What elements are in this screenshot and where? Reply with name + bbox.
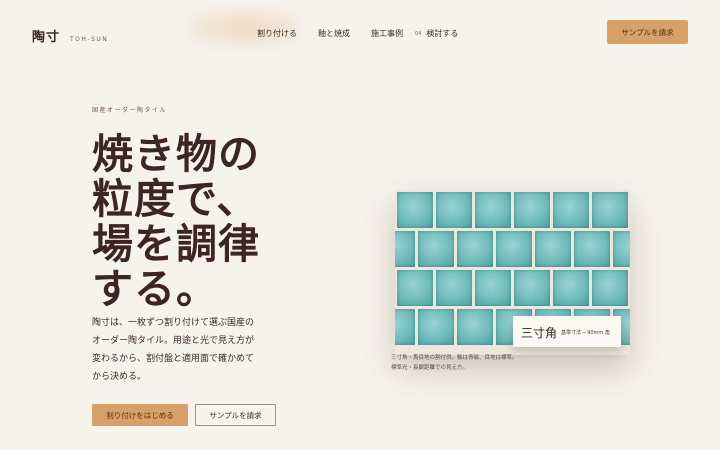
tile [592, 192, 628, 228]
tile [397, 270, 433, 306]
nav-item-number: 04 [415, 31, 422, 37]
tile [514, 192, 550, 228]
tile [535, 231, 571, 267]
hero-lead: 陶寸は、一枚ずつ割り付けて選ぶ国産の オーダー陶タイル。用途と光で見え方が 変わ… [92, 314, 282, 386]
tile [418, 309, 454, 345]
tile [613, 231, 630, 267]
tile [436, 192, 472, 228]
nav-item-consider[interactable]: 04 検討する [415, 28, 458, 39]
tile [457, 309, 493, 345]
tile [397, 192, 433, 228]
nav-item-glaze[interactable]: 釉と焼成 [318, 28, 350, 39]
nav-item-label: 検討する [426, 29, 459, 38]
preview-caption: 三寸角・馬目地の割付例。釉は青磁、目地は標準。 標準光・長観距離での見え方。 [391, 353, 518, 373]
nav-item-cases[interactable]: 施工事例 [371, 28, 403, 39]
tile-spec-card: 三寸角 基準寸法 ─ 90mm 角 [513, 316, 621, 347]
hero-request-sample-button[interactable]: サンプルを請求 [195, 404, 276, 426]
nav-item-label: 割り付ける [257, 29, 297, 38]
preview-caption-line: 三寸角・馬目地の割付例。釉は青磁、目地は標準。 [391, 355, 518, 361]
tile [514, 270, 550, 306]
hero-eyebrow: 国産オーダー陶タイル [92, 107, 168, 114]
preview-caption-line: 標準光・長観距離での見え方。 [391, 365, 469, 371]
nav-item-label: 施工事例 [371, 29, 403, 38]
hero-lead-line: オーダー陶タイル。用途と光で見え方が [92, 336, 255, 346]
hero-lead-line: 陶寸は、一枚ずつ割り付けて選ぶ国産の [92, 318, 255, 328]
tile-spec-size: 基準寸法 ─ 90mm 角 [561, 330, 610, 336]
tile [457, 231, 493, 267]
hero-title-line: 場を調律 [92, 220, 260, 268]
nav-item-label: 釉と焼成 [318, 29, 350, 38]
request-sample-button[interactable]: サンプルを請求 [607, 20, 688, 44]
tile [496, 231, 532, 267]
tile [574, 231, 610, 267]
hero-lead-line: から決める。 [92, 372, 147, 382]
start-layout-button[interactable]: 割り付けをはじめる [92, 404, 188, 426]
tile [395, 231, 415, 267]
tile [592, 270, 628, 306]
hero-title: 焼き物の 粒度で、 場を調律 する。 [92, 132, 260, 312]
nav-item-layout[interactable]: 割り付ける [257, 28, 297, 39]
tile [475, 270, 511, 306]
tile [475, 192, 511, 228]
tile [553, 270, 589, 306]
tile [418, 231, 454, 267]
tile [395, 309, 415, 345]
tile-spec-name: 三寸角 [521, 326, 558, 340]
site-header: 陶寸 TOH-SUN 割り付ける 釉と焼成 施工事例 04 検討する サンプルを請… [0, 0, 720, 64]
tile [436, 270, 472, 306]
tile [553, 192, 589, 228]
hero-title-line: する。 [92, 265, 218, 313]
hero-lead-line: 変わるから、割付盤と適用面で確かめて [92, 354, 255, 364]
hero-title-line: 粒度で、 [92, 175, 259, 223]
hero-title-line: 焼き物の [92, 130, 260, 178]
